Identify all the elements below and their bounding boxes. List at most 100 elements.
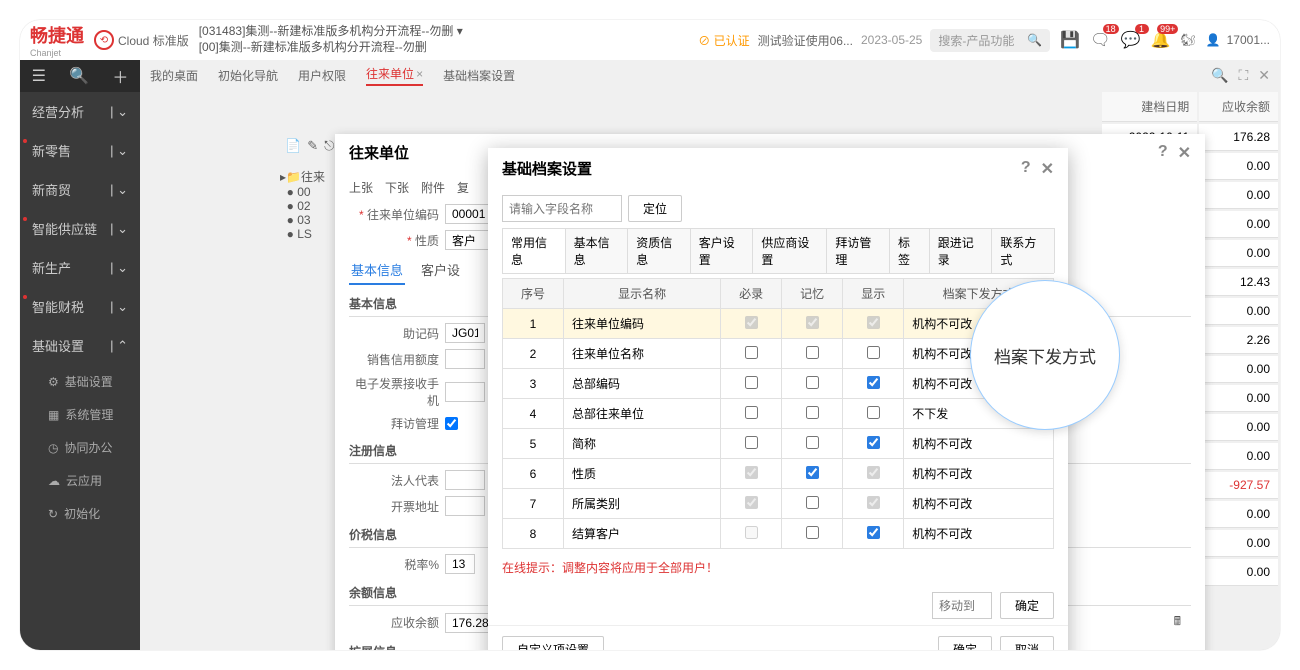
grid-checkbox[interactable]	[745, 406, 758, 419]
addr-input[interactable]	[445, 496, 485, 516]
notif-icon[interactable]: 🗨18	[1090, 30, 1110, 50]
category-tab[interactable]: 基本信息	[565, 228, 629, 273]
category-tab[interactable]: 客户设置	[690, 228, 754, 273]
category-tab[interactable]: 跟进记录	[929, 228, 993, 273]
custom-fields-button[interactable]: 自定义项设置	[502, 636, 604, 650]
init-icon: ↻	[48, 507, 58, 521]
system-icon: ▦	[48, 408, 59, 422]
plus-icon[interactable]: ＋	[112, 64, 128, 88]
einvoice-input[interactable]	[445, 382, 485, 402]
sidebar-item[interactable]: 智能供应链| ⌄	[20, 209, 140, 248]
close-icon[interactable]: ×	[416, 67, 423, 81]
copy-button[interactable]: 复	[457, 179, 469, 196]
tab-active[interactable]: 往来单位×	[366, 65, 423, 86]
close-icon[interactable]: ✕	[1258, 67, 1270, 84]
bell-icon[interactable]: 💬1	[1121, 30, 1141, 50]
sidebar-item[interactable]: 新零售| ⌄	[20, 131, 140, 170]
category-tab[interactable]: 标签	[889, 228, 930, 273]
grid-checkbox[interactable]	[867, 526, 880, 539]
visit-checkbox[interactable]	[445, 417, 458, 430]
grid-checkbox[interactable]	[806, 466, 819, 479]
sidebar-sub[interactable]: ⚙基础设置	[20, 365, 140, 398]
sidebar-item[interactable]: 智能财税| ⌄	[20, 287, 140, 326]
credit-input[interactable]	[445, 349, 485, 369]
grid-checkbox[interactable]	[806, 406, 819, 419]
category-tab[interactable]: 资质信息	[627, 228, 691, 273]
sidebar-item[interactable]: 新商贸| ⌄	[20, 170, 140, 209]
locate-button[interactable]: 定位	[628, 195, 682, 222]
grid-checkbox[interactable]	[806, 436, 819, 449]
dialog-title: 基础档案设置	[502, 158, 592, 179]
grid-checkbox	[867, 496, 880, 509]
grid-checkbox[interactable]	[806, 496, 819, 509]
gear-icon: ⚙	[48, 375, 59, 389]
grid-checkbox[interactable]	[806, 526, 819, 539]
edit-icon[interactable]: ✎	[307, 138, 318, 154]
grid-checkbox[interactable]	[806, 376, 819, 389]
save-icon[interactable]: 💾	[1060, 30, 1080, 50]
mnemonic-input[interactable]	[445, 323, 485, 343]
breadcrumb[interactable]: [031483]集测--新建标准版多机构分开流程--勿删 ▾[00]集测--新建…	[199, 24, 691, 55]
search-icon[interactable]: 🔍	[69, 66, 89, 86]
grid-checkbox[interactable]	[745, 346, 758, 359]
expand-icon[interactable]: ⛶	[1238, 67, 1248, 84]
move-to-input[interactable]	[932, 592, 992, 619]
grid-checkbox	[867, 466, 880, 479]
next-button[interactable]: 下张	[385, 179, 409, 196]
dialog-archive-settings: 基础档案设置 ? ✕ 定位 常用信息基本信息资质信息客户设置供应商设置拜访管理标签…	[488, 148, 1068, 650]
menu-icon[interactable]: ☰	[32, 66, 46, 86]
fields-grid[interactable]: 序号显示名称必录记忆显示档案下发方式 1往来单位编码机构不可改2往来单位名称机构…	[502, 278, 1054, 549]
search-input[interactable]: 搜索-产品功能🔍	[930, 29, 1050, 52]
tab[interactable]: 初始化导航	[218, 67, 278, 84]
legal-input[interactable]	[445, 470, 485, 490]
cloud-icon: ☁	[48, 474, 60, 488]
action-icon[interactable]: ⎋	[324, 138, 334, 154]
close-icon[interactable]: ✕	[1178, 143, 1191, 163]
user-menu[interactable]: 👤17001...	[1206, 33, 1270, 47]
search-icon[interactable]: 🔍	[1027, 33, 1042, 47]
search-icon[interactable]: 🔍	[1211, 67, 1228, 84]
inner-tab[interactable]: 基本信息	[349, 256, 405, 285]
avatar-icon[interactable]: 🐿	[1180, 33, 1195, 47]
tree-panel[interactable]: ▸📁往来 ● 00 ● 02 ● 03 ● LS	[280, 168, 340, 241]
cancel-button[interactable]: 取消	[1000, 636, 1054, 650]
sidebar-sub[interactable]: ☁云应用	[20, 464, 140, 497]
grid-checkbox[interactable]	[745, 376, 758, 389]
sidebar-sub[interactable]: ▦系统管理	[20, 398, 140, 431]
tab[interactable]: 基础档案设置	[443, 67, 515, 84]
grid-checkbox[interactable]	[867, 406, 880, 419]
cloud-icon: ⟲	[94, 30, 114, 50]
field-search-input[interactable]	[502, 195, 622, 222]
help-icon[interactable]: ?	[1021, 159, 1031, 179]
tab[interactable]: 我的桌面	[150, 67, 198, 84]
cert-badge: ⊘ 已认证	[698, 32, 749, 49]
category-tab[interactable]: 联系方式	[991, 228, 1055, 273]
sidebar-sub[interactable]: ◷协同办公	[20, 431, 140, 464]
category-tab[interactable]: 供应商设置	[752, 228, 827, 273]
inner-tab[interactable]: 客户设	[419, 256, 462, 285]
tax-input[interactable]	[445, 554, 475, 574]
grid-checkbox[interactable]	[867, 436, 880, 449]
grid-checkbox[interactable]	[867, 376, 880, 389]
ok-small-button[interactable]: 确定	[1000, 592, 1054, 619]
tab[interactable]: 用户权限	[298, 67, 346, 84]
category-tab[interactable]: 常用信息	[502, 228, 566, 273]
callout-bubble: 档案下发方式	[970, 280, 1120, 430]
category-tab[interactable]: 拜访管理	[826, 228, 890, 273]
calc-icon[interactable]: 🖩	[1174, 612, 1181, 633]
sidebar-item[interactable]: 基础设置| ⌃	[20, 326, 140, 365]
sidebar-sub[interactable]: ↻初始化	[20, 497, 140, 530]
sidebar-item[interactable]: 新生产| ⌄	[20, 248, 140, 287]
attach-button[interactable]: 附件	[421, 179, 445, 196]
ok-button[interactable]: 确定	[938, 636, 992, 650]
close-icon[interactable]: ✕	[1041, 159, 1054, 179]
cert-text: 测试验证使用06...	[758, 32, 853, 49]
help-icon[interactable]: ?	[1158, 143, 1168, 163]
prev-button[interactable]: 上张	[349, 179, 373, 196]
sidebar-item[interactable]: 经营分析| ⌄	[20, 92, 140, 131]
grid-checkbox[interactable]	[806, 346, 819, 359]
doc-icon[interactable]: 📄	[285, 138, 301, 154]
grid-checkbox[interactable]	[745, 436, 758, 449]
alert-icon[interactable]: 🔔99+	[1151, 30, 1171, 50]
grid-checkbox[interactable]	[867, 346, 880, 359]
